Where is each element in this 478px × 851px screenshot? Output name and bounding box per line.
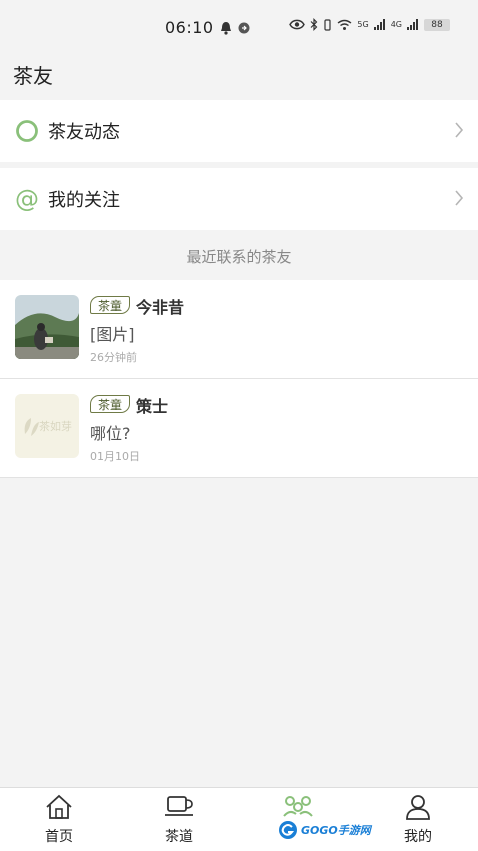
- tab-label: 我的: [404, 829, 432, 845]
- tab-mine[interactable]: 我的: [378, 794, 458, 846]
- battery-indicator: 88: [424, 18, 450, 31]
- tea-friends-moments-row[interactable]: 茶友动态: [0, 100, 478, 162]
- status-time: 06:10: [165, 18, 214, 37]
- tag-badge: 茶童: [90, 296, 130, 314]
- watermark: GOGO手游网: [278, 820, 371, 840]
- app-header: 茶友: [0, 52, 478, 98]
- tag-badge: 茶童: [90, 395, 130, 413]
- notification-bell-icon: [220, 21, 231, 35]
- tea-cup-icon: [165, 796, 193, 816]
- wifi-icon: [337, 19, 352, 30]
- my-following-row[interactable]: @ 我的关注: [0, 168, 478, 230]
- page-title: 茶友: [13, 64, 53, 88]
- eye-icon: [289, 19, 306, 30]
- bottom-tab-bar: 首页 茶道 我的 GOGO手游网: [0, 787, 478, 851]
- timestamp: 01月10日: [90, 450, 140, 463]
- contact-item[interactable]: 茶如芽 茶童 策士 哪位? 01月10日: [0, 379, 478, 478]
- tab-tea-ceremony[interactable]: 茶道: [139, 794, 219, 846]
- home-icon: [46, 794, 72, 819]
- signal-4g-icon: 4G: [390, 20, 402, 29]
- bluetooth-icon: [310, 18, 318, 31]
- avatar: [15, 295, 79, 359]
- status-bar: 06:10 5G 4G 88: [0, 0, 478, 52]
- moments-label: 茶友动态: [48, 122, 120, 143]
- chevron-right-icon: [455, 122, 464, 138]
- last-message: [图片]: [90, 325, 135, 344]
- contact-name: 今非昔: [136, 298, 185, 317]
- watermark-logo-icon: [279, 821, 297, 839]
- user-icon: [406, 795, 430, 820]
- contact-item[interactable]: 茶童 今非昔 [图片] 26分钟前: [0, 280, 478, 379]
- signal-bars-2-icon: [407, 19, 418, 30]
- app-notification-icon: [238, 22, 250, 33]
- status-center: 06:10: [165, 18, 250, 37]
- at-icon: @: [15, 185, 39, 213]
- tab-label: 茶道: [165, 829, 193, 845]
- avatar: 茶如芽: [15, 394, 79, 458]
- avatar-watermark-text: 茶如芽: [39, 420, 72, 433]
- watermark-text: GOGO手游网: [301, 824, 371, 837]
- following-label: 我的关注: [48, 190, 120, 211]
- chevron-right-icon: [455, 190, 464, 206]
- vibrate-icon: [324, 18, 332, 31]
- recent-contacts-header: 最近联系的茶友: [186, 248, 292, 266]
- signal-bars-icon: [373, 19, 385, 30]
- tea-friends-icon: [283, 796, 313, 817]
- contact-name: 策士: [136, 397, 169, 416]
- status-icons: 5G 4G 88: [289, 18, 450, 31]
- signal-5g-icon: 5G: [357, 20, 369, 29]
- tab-label: 首页: [45, 829, 73, 845]
- moments-circle-icon: [14, 118, 40, 144]
- timestamp: 26分钟前: [90, 351, 137, 364]
- last-message: 哪位?: [90, 424, 131, 443]
- tab-home[interactable]: 首页: [19, 794, 99, 846]
